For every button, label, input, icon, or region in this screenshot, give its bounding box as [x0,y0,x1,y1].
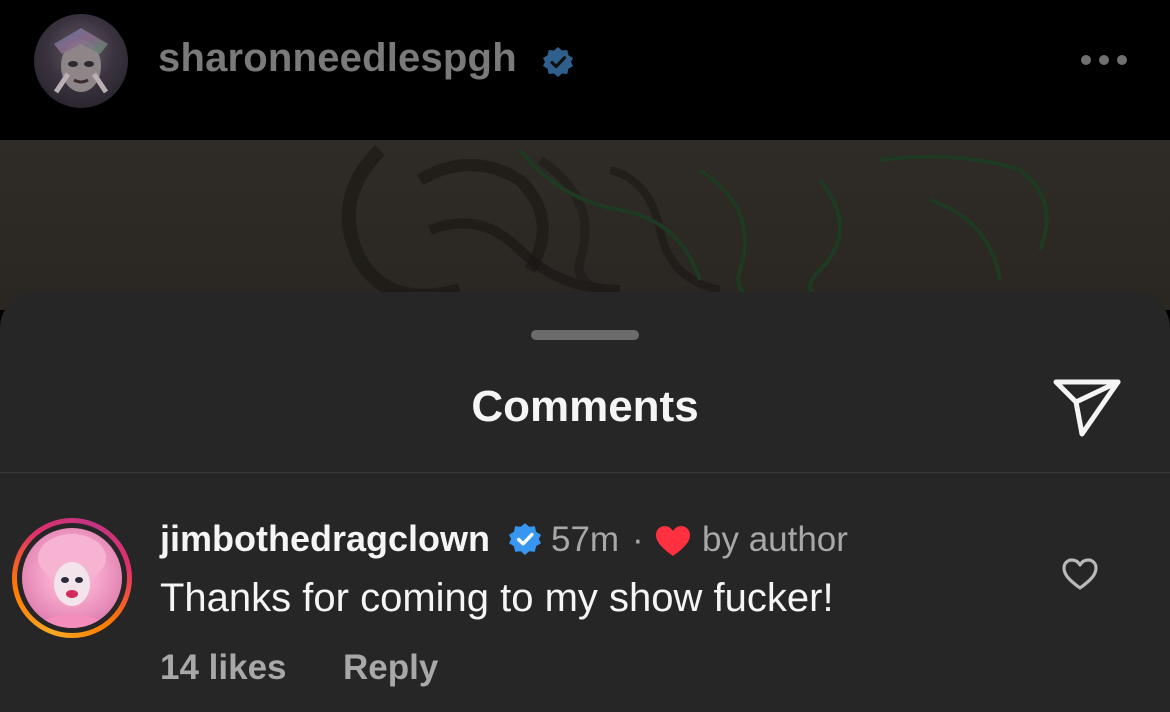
meta-separator: · [632,520,644,559]
comment-author-username[interactable]: jimbothedragclown [160,518,490,560]
sheet-title: Comments [471,382,699,431]
heart-filled-icon [656,526,690,556]
heart-outline-icon[interactable] [1060,556,1100,592]
post-photo [0,140,1170,310]
comment-timestamp: 57m [551,520,620,559]
paper-plane-icon[interactable] [1052,374,1122,438]
post-author-avatar[interactable] [34,14,128,108]
verified-badge-icon [509,523,541,555]
comment-text: Thanks for coming to my show fucker! [160,576,834,620]
comment-author-avatar-ring[interactable] [12,518,132,638]
post-header: sharonneedlespgh [0,0,1170,140]
verified-badge-icon [543,47,573,77]
sheet-drag-handle[interactable] [531,330,639,340]
comment-likes-count[interactable]: 14 likes [160,648,287,688]
more-options-icon[interactable] [1078,50,1130,70]
instagram-screen: sharonneedlespgh Comments jimbothedragcl… [0,0,1170,712]
sheet-divider [0,472,1170,473]
reply-button[interactable]: Reply [343,648,438,688]
post-author-username[interactable]: sharonneedlespgh [158,36,517,81]
liked-by-author-label: by author [702,520,848,559]
comment-author-avatar[interactable] [22,528,122,628]
